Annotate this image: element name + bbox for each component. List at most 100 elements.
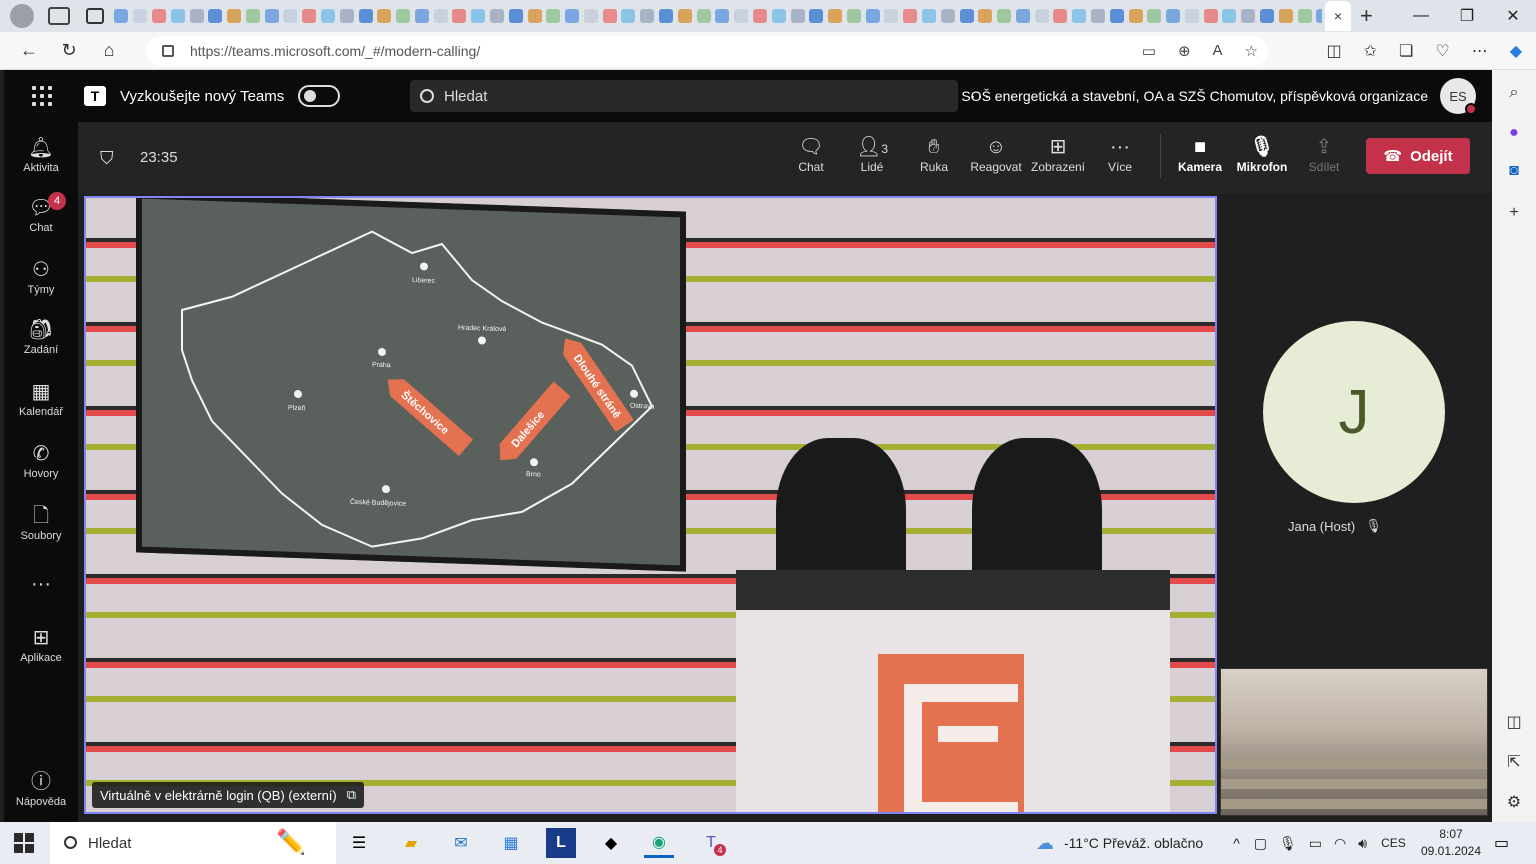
people-button[interactable]: 👤︎3 Lidé xyxy=(842,134,902,174)
start-button[interactable] xyxy=(14,833,34,853)
rail-item-activity[interactable]: 🔔︎ Aktivita xyxy=(4,136,78,174)
tab-favicon-icon[interactable] xyxy=(1184,9,1199,23)
copilot-sidebar-icon[interactable]: ● xyxy=(1492,124,1536,142)
close-window-button[interactable]: ✕ xyxy=(1490,0,1536,32)
tab-favicon-icon[interactable] xyxy=(396,9,411,23)
tab-favicon-icon[interactable] xyxy=(846,9,861,23)
camera-permission-icon[interactable]: ▭ xyxy=(1142,42,1156,60)
tab-favicon-icon[interactable] xyxy=(940,9,955,23)
notifications-icon[interactable]: ▭ xyxy=(1494,833,1509,853)
react-button[interactable]: ☺ Reagovat xyxy=(966,134,1026,174)
tab-favicon-icon[interactable] xyxy=(151,9,166,23)
tab-favicon-icon[interactable] xyxy=(189,9,204,23)
add-sidebar-app-icon[interactable]: + xyxy=(1492,204,1536,222)
tab-favicon-icon[interactable] xyxy=(884,9,899,23)
tab-favicon-icon[interactable] xyxy=(339,9,354,23)
tab-favicon-icon[interactable] xyxy=(1053,9,1068,23)
main-video-tile[interactable]: Liberec Hradec Králové Praha Plzeň Ostra… xyxy=(84,196,1217,814)
home-icon[interactable]: ⌂ xyxy=(98,40,120,62)
more-actions-button[interactable]: ··· Více xyxy=(1090,134,1150,174)
rail-item-apps[interactable]: ⊞ Aplikace xyxy=(4,626,78,664)
tab-actions-icon[interactable] xyxy=(86,8,104,24)
tab-favicon-icon[interactable] xyxy=(828,9,843,23)
teams-taskbar-icon[interactable]: T4 xyxy=(696,828,726,858)
mic-button[interactable]: 🎙︎ Mikrofon xyxy=(1232,134,1292,174)
tab-favicon-icon[interactable] xyxy=(114,9,129,23)
search-icon[interactable]: ⌕ xyxy=(1492,84,1536,102)
weather-icon[interactable]: ☁ xyxy=(1036,833,1054,854)
tab-favicon-icon[interactable] xyxy=(903,9,918,23)
copilot-icon[interactable]: ◆ xyxy=(1510,41,1522,61)
tab-favicon-icon[interactable] xyxy=(170,9,185,23)
organization-name[interactable]: SOŠ energetická a stavební, OA a SZŠ Cho… xyxy=(961,88,1428,104)
sidebar-settings-icon[interactable]: ⚙ xyxy=(1492,792,1536,812)
tab-favicon-icon[interactable] xyxy=(1128,9,1143,23)
mail-icon[interactable]: ✉ xyxy=(446,828,476,858)
url-text[interactable]: https://teams.microsoft.com/_#/modern-ca… xyxy=(190,43,480,59)
tab-favicon-icon[interactable] xyxy=(1278,9,1293,23)
tab-favicon-icon[interactable] xyxy=(1222,9,1237,23)
share-button[interactable]: ⇪ Sdílet xyxy=(1294,134,1354,174)
self-video-preview[interactable] xyxy=(1220,668,1488,816)
tray-chevron-icon[interactable]: ^ xyxy=(1233,835,1240,851)
tab-favicon-icon[interactable] xyxy=(790,9,805,23)
tab-favicon-icon[interactable] xyxy=(978,9,993,23)
tab-favicon-icon[interactable] xyxy=(752,9,767,23)
rail-item-calendar[interactable]: ▦ Kalendář xyxy=(4,380,78,418)
tab-favicon-icon[interactable] xyxy=(546,9,561,23)
tab-favicon-icon[interactable] xyxy=(320,9,335,23)
rail-item-more[interactable]: ··· xyxy=(4,572,78,598)
tab-close-icon[interactable]: × xyxy=(1334,8,1342,24)
avatar[interactable]: ES xyxy=(1440,78,1477,115)
tab-favicon-icon[interactable] xyxy=(227,9,242,23)
tab-favicon-icon[interactable] xyxy=(715,9,730,23)
file-explorer-icon[interactable]: ▰ xyxy=(396,828,426,858)
mic-tray-icon[interactable]: 🎙︎ xyxy=(1279,835,1297,852)
tab-favicon-icon[interactable] xyxy=(621,9,636,23)
new-tab-button[interactable]: + xyxy=(1360,3,1373,29)
search-input[interactable]: Hledat xyxy=(410,80,958,112)
tab-favicon-icon[interactable] xyxy=(1297,9,1312,23)
tab-favicon-icon[interactable] xyxy=(640,9,655,23)
store-icon[interactable]: ▦ xyxy=(496,828,526,858)
profile-icon[interactable] xyxy=(10,4,34,28)
back-icon[interactable]: ← xyxy=(18,40,40,62)
tab-favicon-icon[interactable] xyxy=(471,9,486,23)
outlook-icon[interactable]: ◙ xyxy=(1492,162,1536,180)
tab-favicon-icon[interactable] xyxy=(527,9,542,23)
tab-favicon-icon[interactable] xyxy=(1316,9,1322,23)
rail-item-help[interactable]: ⓘ Nápověda xyxy=(4,770,78,808)
tab-favicon-icon[interactable] xyxy=(921,9,936,23)
tab-favicon-icon[interactable] xyxy=(133,9,148,23)
camera-button[interactable]: ■ Kamera xyxy=(1170,134,1230,174)
raise-hand-button[interactable]: ✋︎ Ruka xyxy=(904,134,964,174)
tab-favicon-icon[interactable] xyxy=(809,9,824,23)
rail-item-files[interactable]: 🗋︎ Soubory xyxy=(4,504,78,542)
zoom-icon[interactable]: ⊕ xyxy=(1178,42,1191,60)
tab-favicon-icon[interactable] xyxy=(302,9,317,23)
tab-favicon-icon[interactable] xyxy=(565,9,580,23)
restore-button[interactable]: ❐ xyxy=(1444,0,1490,32)
minimize-button[interactable]: — xyxy=(1398,0,1444,32)
tab-favicon-icon[interactable] xyxy=(1203,9,1218,23)
tab-favicon-icon[interactable] xyxy=(208,9,223,23)
tab-favicon-icon[interactable] xyxy=(602,9,617,23)
leave-button[interactable]: ☎ Odejít xyxy=(1366,138,1470,174)
tab-favicon-icon[interactable] xyxy=(245,9,260,23)
tab-favicon-icon[interactable] xyxy=(358,9,373,23)
dark-app-icon[interactable]: ◆ xyxy=(596,828,626,858)
collections-icon[interactable]: ❏ xyxy=(1399,41,1413,61)
new-teams-toggle[interactable] xyxy=(298,85,341,107)
tab-favicon-icon[interactable] xyxy=(433,9,448,23)
weather-text[interactable]: -11°C Převáž. oblačno xyxy=(1064,835,1203,851)
tab-favicon-icon[interactable] xyxy=(1166,9,1181,23)
tab-favicon-icon[interactable] xyxy=(734,9,749,23)
refresh-icon[interactable]: ↻ xyxy=(58,40,80,62)
workspaces-icon[interactable] xyxy=(48,7,70,25)
read-aloud-icon[interactable]: A xyxy=(1213,42,1223,60)
tab-favicon-icon[interactable] xyxy=(696,9,711,23)
system-clock[interactable]: 8:07 09.01.2024 xyxy=(1420,826,1482,860)
tab-favicon-icon[interactable] xyxy=(677,9,692,23)
rail-item-assignments[interactable]: 🎒︎ Zadání xyxy=(4,318,78,356)
tab-favicon-icon[interactable] xyxy=(508,9,523,23)
